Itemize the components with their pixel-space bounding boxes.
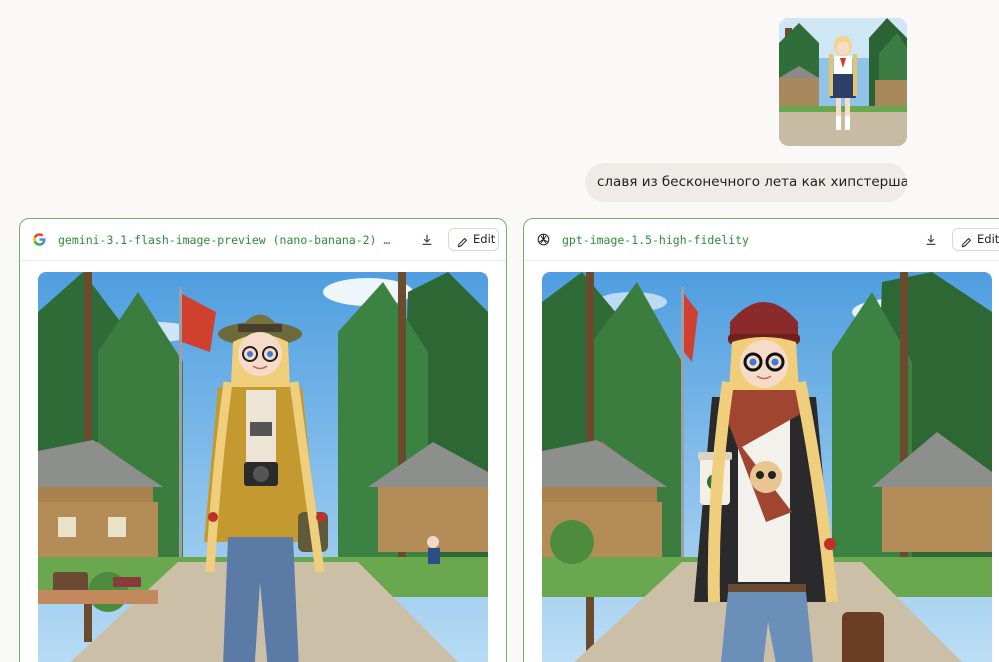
pencil-icon xyxy=(457,234,468,248)
pencil-icon xyxy=(961,234,972,248)
result-card-gemini: gemini-3.1-flash-image-preview (nano-ban… xyxy=(19,218,507,662)
edit-button[interactable]: Edit xyxy=(952,228,999,251)
openai-icon xyxy=(536,232,551,247)
generated-image[interactable] xyxy=(542,272,992,662)
chat-page: славя из бесконечного лета как хипстерша… xyxy=(0,0,999,662)
generated-image-artwork xyxy=(542,272,992,662)
edit-button[interactable]: Edit xyxy=(448,228,499,251)
model-name: gemini-3.1-flash-image-preview (nano-ban… xyxy=(58,233,391,247)
google-g-icon xyxy=(32,232,47,247)
result-card-header: gpt-image-1.5-high-fidelity Edit xyxy=(524,219,999,261)
generated-image-artwork xyxy=(38,272,488,662)
attached-image-thumbnail xyxy=(779,18,907,146)
user-message-bubble: славя из бесконечного лета как хипстерша xyxy=(585,163,907,202)
result-card-header: gemini-3.1-flash-image-preview (nano-ban… xyxy=(20,219,506,261)
edit-button-label: Edit xyxy=(977,232,999,246)
user-attached-image[interactable] xyxy=(779,18,907,146)
generated-image[interactable] xyxy=(38,272,488,662)
download-icon[interactable] xyxy=(420,232,434,246)
result-card-gpt: gpt-image-1.5-high-fidelity Edit xyxy=(523,218,999,662)
edit-button-label: Edit xyxy=(473,232,496,246)
model-name: gpt-image-1.5-high-fidelity xyxy=(562,233,749,247)
download-icon[interactable] xyxy=(924,232,938,246)
